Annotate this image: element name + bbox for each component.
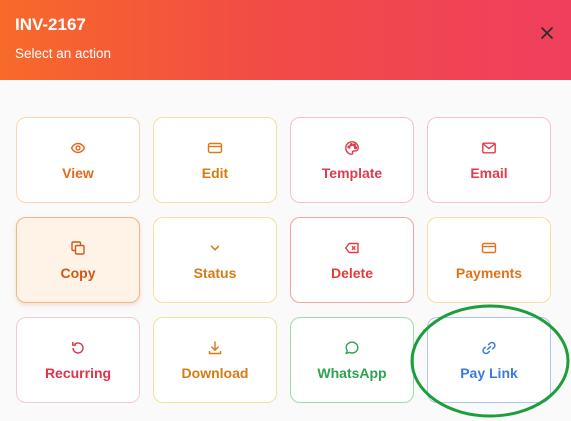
palette-icon xyxy=(344,140,360,156)
close-icon xyxy=(541,27,553,39)
edit-label: Edit xyxy=(201,164,229,181)
edit-button[interactable]: Edit xyxy=(153,117,277,203)
card-icon xyxy=(481,240,497,256)
recurring-button[interactable]: Recurring xyxy=(16,317,140,403)
payments-button[interactable]: Payments xyxy=(427,217,551,303)
pay-link-label: Pay Link xyxy=(460,364,518,381)
email-label: Email xyxy=(470,164,508,181)
mail-icon xyxy=(481,140,497,156)
status-button[interactable]: Status xyxy=(153,217,277,303)
link-icon xyxy=(481,340,497,356)
copy-button[interactable]: Copy xyxy=(16,217,140,303)
whatsapp-label: WhatsApp xyxy=(317,364,387,381)
close-button[interactable] xyxy=(537,23,557,43)
eye-icon xyxy=(70,140,86,156)
whatsapp-button[interactable]: WhatsApp xyxy=(290,317,414,403)
email-button[interactable]: Email xyxy=(427,117,551,203)
view-label: View xyxy=(62,164,94,181)
pay-link-button[interactable]: Pay Link xyxy=(427,317,551,403)
download-icon xyxy=(207,340,223,356)
card-icon xyxy=(207,140,223,156)
recurring-label: Recurring xyxy=(44,364,112,381)
copy-label: Copy xyxy=(60,264,96,281)
download-label: Download xyxy=(181,364,249,381)
invoice-title: INV-2167 xyxy=(15,15,86,34)
delete-label: Delete xyxy=(330,264,374,281)
template-label: Template xyxy=(321,164,383,181)
delete-button[interactable]: Delete xyxy=(290,217,414,303)
view-button[interactable]: View xyxy=(16,117,140,203)
chat-bubble-icon xyxy=(344,340,360,356)
download-button[interactable]: Download xyxy=(153,317,277,403)
modal-header: INV-2167 Select an action xyxy=(0,0,571,80)
status-label: Status xyxy=(193,264,237,281)
rotate-icon xyxy=(70,340,86,356)
payments-label: Payments xyxy=(455,264,523,281)
template-button[interactable]: Template xyxy=(290,117,414,203)
modal-subtitle: Select an action xyxy=(15,46,112,61)
chevron-down-icon xyxy=(207,240,223,256)
action-grid: View Edit Template Email Copy Status Del… xyxy=(0,80,571,421)
backspace-icon xyxy=(344,240,360,256)
copy-icon xyxy=(70,240,86,256)
